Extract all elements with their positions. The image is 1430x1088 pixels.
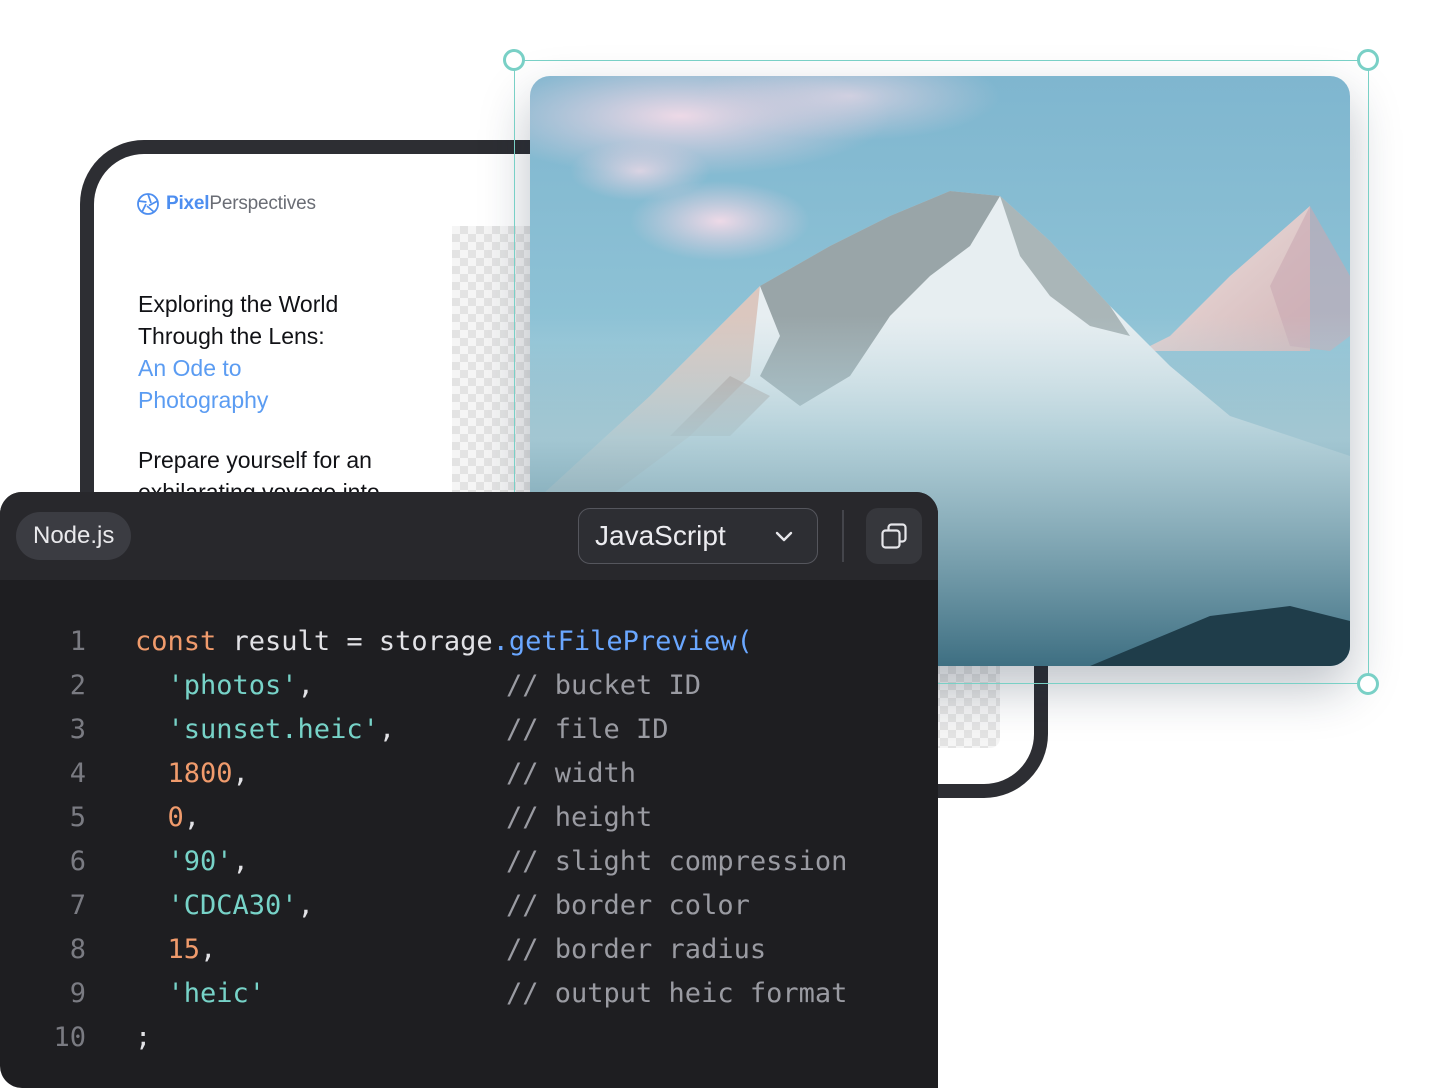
code-token: , <box>183 802 201 833</box>
code-token: , <box>297 890 314 921</box>
code-token: 'sunset.heic' <box>135 714 379 745</box>
article-title: Exploring the World Through the Lens: An… <box>138 288 458 416</box>
code-line: 9 'heic' // output heic format <box>0 972 938 1016</box>
language-select-value: JavaScript <box>595 520 726 551</box>
brand-name-bold: Pixel <box>166 193 210 214</box>
code-token: 0 <box>135 802 184 833</box>
code-token: , <box>200 934 217 965</box>
code-line: 6 '90', // slight compression <box>0 840 938 884</box>
line-number: 9 <box>69 978 86 1009</box>
code-text: '90', <box>135 840 249 884</box>
line-number: 1 <box>69 626 86 657</box>
code-token: 'CDCA30' <box>135 890 298 921</box>
code-token: const <box>135 626 217 657</box>
aperture-icon <box>137 193 159 215</box>
code-lines: 1 const result = storage.getFilePreview(2… <box>0 620 938 1060</box>
code-text: 'sunset.heic', <box>135 708 396 752</box>
line-number: 10 <box>53 1022 86 1053</box>
code-text: ; <box>135 1016 151 1060</box>
code-header: Node.js JavaScript <box>0 492 938 580</box>
code-token: 'heic' <box>135 978 266 1009</box>
code-text: 'photos', <box>135 664 314 708</box>
code-text: 0, <box>135 796 201 840</box>
code-token: .getFilePreview( <box>492 626 753 657</box>
resize-handle-bottom-right[interactable] <box>1357 673 1379 695</box>
code-token: , <box>232 758 249 789</box>
code-panel: Node.js JavaScript 1 const result = stora… <box>0 492 938 1088</box>
brand-name: PixelPerspectives <box>166 193 316 215</box>
code-line: 7 'CDCA30', // border color <box>0 884 938 928</box>
code-line: 10; <box>0 1016 938 1060</box>
code-comment: // height <box>506 802 653 833</box>
code-token: '90' <box>135 846 233 877</box>
resize-handle-top-right[interactable] <box>1357 49 1379 71</box>
title-accent-line: An Ode to <box>138 355 242 381</box>
runtime-tab-nodejs[interactable]: Node.js <box>16 512 132 560</box>
line-number: 2 <box>69 670 86 701</box>
code-token: , <box>232 846 249 877</box>
code-text: 15, <box>135 928 217 972</box>
code-text: const result = storage.getFilePreview( <box>135 620 753 664</box>
code-token: 1800 <box>135 758 233 789</box>
line-number: 4 <box>69 758 86 789</box>
code-token: 'photos' <box>135 670 298 701</box>
line-number: 8 <box>69 934 86 965</box>
resize-handle-top-left[interactable] <box>503 49 525 71</box>
code-comment: // output heic format <box>506 978 848 1009</box>
brand-name-light: Perspectives <box>209 193 316 214</box>
copy-icon <box>881 523 907 549</box>
title-line: Exploring the World <box>138 291 339 317</box>
code-comment: // file ID <box>506 714 669 745</box>
body-line: Prepare yourself for an <box>138 447 372 473</box>
code-token: , <box>297 670 314 701</box>
title-line: Through the Lens: <box>138 323 325 349</box>
brand-logo[interactable]: PixelPerspectives <box>136 192 316 216</box>
line-number: 5 <box>69 802 86 833</box>
code-line: 4 1800, // width <box>0 752 938 796</box>
code-line: 8 15, // border radius <box>0 928 938 972</box>
code-text: 1800, <box>135 752 249 796</box>
code-line: 5 0, // height <box>0 796 938 840</box>
header-divider <box>842 510 844 562</box>
code-comment: // width <box>506 758 637 789</box>
code-token: result = storage <box>216 626 493 657</box>
code-text: 'heic' <box>135 972 266 1016</box>
line-number: 6 <box>69 846 86 877</box>
code-line: 3 'sunset.heic', // file ID <box>0 708 938 752</box>
code-token: 15 <box>135 934 201 965</box>
code-comment: // border color <box>506 890 750 921</box>
code-comment: // border radius <box>506 934 767 965</box>
title-accent-line: Photography <box>138 387 269 413</box>
code-line: 2 'photos', // bucket ID <box>0 664 938 708</box>
line-number: 7 <box>69 890 86 921</box>
code-line: 1 const result = storage.getFilePreview( <box>0 620 938 664</box>
code-comment: // bucket ID <box>506 670 702 701</box>
code-comment: // slight compression <box>506 846 848 877</box>
chevron-down-icon <box>775 531 793 542</box>
copy-button[interactable] <box>866 508 922 564</box>
language-select[interactable]: JavaScript <box>578 508 818 564</box>
code-token: ; <box>135 1022 152 1053</box>
code-token: , <box>378 714 396 745</box>
line-number: 3 <box>69 714 86 745</box>
code-text: 'CDCA30', <box>135 884 314 928</box>
